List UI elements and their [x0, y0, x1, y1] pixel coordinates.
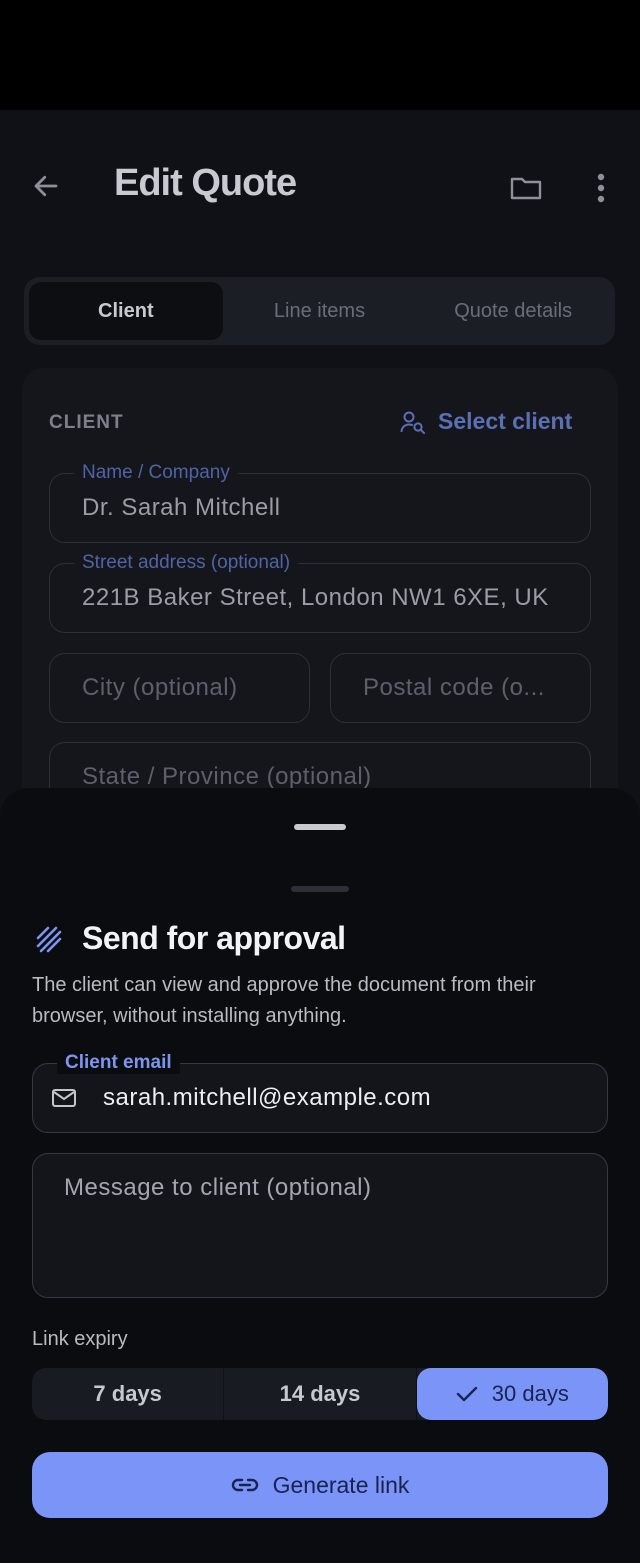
client-email-label: Client email [57, 1052, 180, 1074]
mail-icon [52, 1089, 76, 1107]
tab-client[interactable]: Client [29, 282, 223, 340]
generate-link-button[interactable]: Generate link [32, 1452, 608, 1518]
generate-link-label: Generate link [272, 1471, 410, 1498]
client-section-label: CLIENT [49, 412, 124, 433]
expiry-option-label: 30 days [491, 1381, 569, 1406]
quote-tabs: Client Line items Quote details [24, 277, 615, 345]
client-email-value: sarah.mitchell@example.com [103, 1084, 432, 1111]
tab-line-items[interactable]: Line items [223, 282, 417, 340]
expiry-option-14-days[interactable]: 14 days [224, 1368, 417, 1420]
message-placeholder: Message to client (optional) [64, 1174, 372, 1201]
page-title: Edit Quote [114, 162, 297, 204]
top-app-bar: Edit Quote [0, 110, 640, 265]
more-vertical-icon [597, 173, 605, 203]
link-expiry-selector: 7 days 14 days 30 days [32, 1368, 608, 1420]
message-to-client-field[interactable]: Message to client (optional) [32, 1153, 608, 1298]
select-client-button[interactable]: Select client [400, 408, 572, 435]
sheet-description: The client can view and approve the docu… [32, 974, 536, 1027]
street-address-label: Street address (optional) [74, 552, 299, 574]
link-expiry-label: Link expiry [32, 1328, 128, 1350]
postal-code-placeholder: Postal code (o... [363, 674, 545, 701]
arrow-left-icon [34, 175, 58, 197]
expiry-option-label: 7 days [93, 1381, 162, 1406]
drag-handle-secondary [291, 886, 349, 892]
back-button[interactable] [26, 166, 66, 206]
more-options-button[interactable] [584, 166, 618, 210]
folder-button[interactable] [504, 168, 548, 208]
name-company-value: Dr. Sarah Mitchell [82, 494, 281, 521]
name-company-field[interactable]: Name / Company Dr. Sarah Mitchell [49, 462, 591, 543]
expiry-option-label: 14 days [279, 1381, 361, 1406]
status-bar [0, 0, 640, 110]
street-address-field[interactable]: Street address (optional) 221B Baker Str… [49, 552, 591, 633]
client-email-field[interactable]: Client email sarah.mitchell@example.com [32, 1052, 608, 1133]
person-search-icon [400, 411, 425, 434]
sheet-title: Send for approval [82, 920, 346, 956]
expiry-option-7-days[interactable]: 7 days [32, 1368, 225, 1420]
send-for-approval-sheet: Send for approval The client can view an… [0, 788, 640, 1563]
name-company-label: Name / Company [74, 462, 238, 484]
postal-code-field[interactable]: Postal code (o... [330, 653, 591, 723]
edit-quote-screen: Edit Quote Client Line items Quote detai… [0, 110, 640, 1563]
drag-handle[interactable] [294, 824, 346, 830]
city-field[interactable]: City (optional) [49, 653, 310, 723]
street-address-value: 221B Baker Street, London NW1 6XE, UK [82, 584, 549, 611]
city-placeholder: City (optional) [82, 674, 238, 701]
select-client-label: Select client [438, 408, 573, 434]
link-icon [231, 1478, 258, 1492]
state-province-placeholder: State / Province (optional) [82, 763, 372, 790]
signature-icon [36, 926, 62, 953]
folder-icon [510, 177, 542, 200]
expiry-option-30-days[interactable]: 30 days [416, 1368, 608, 1420]
check-icon [456, 1386, 477, 1402]
tab-quote-details[interactable]: Quote details [416, 282, 610, 340]
